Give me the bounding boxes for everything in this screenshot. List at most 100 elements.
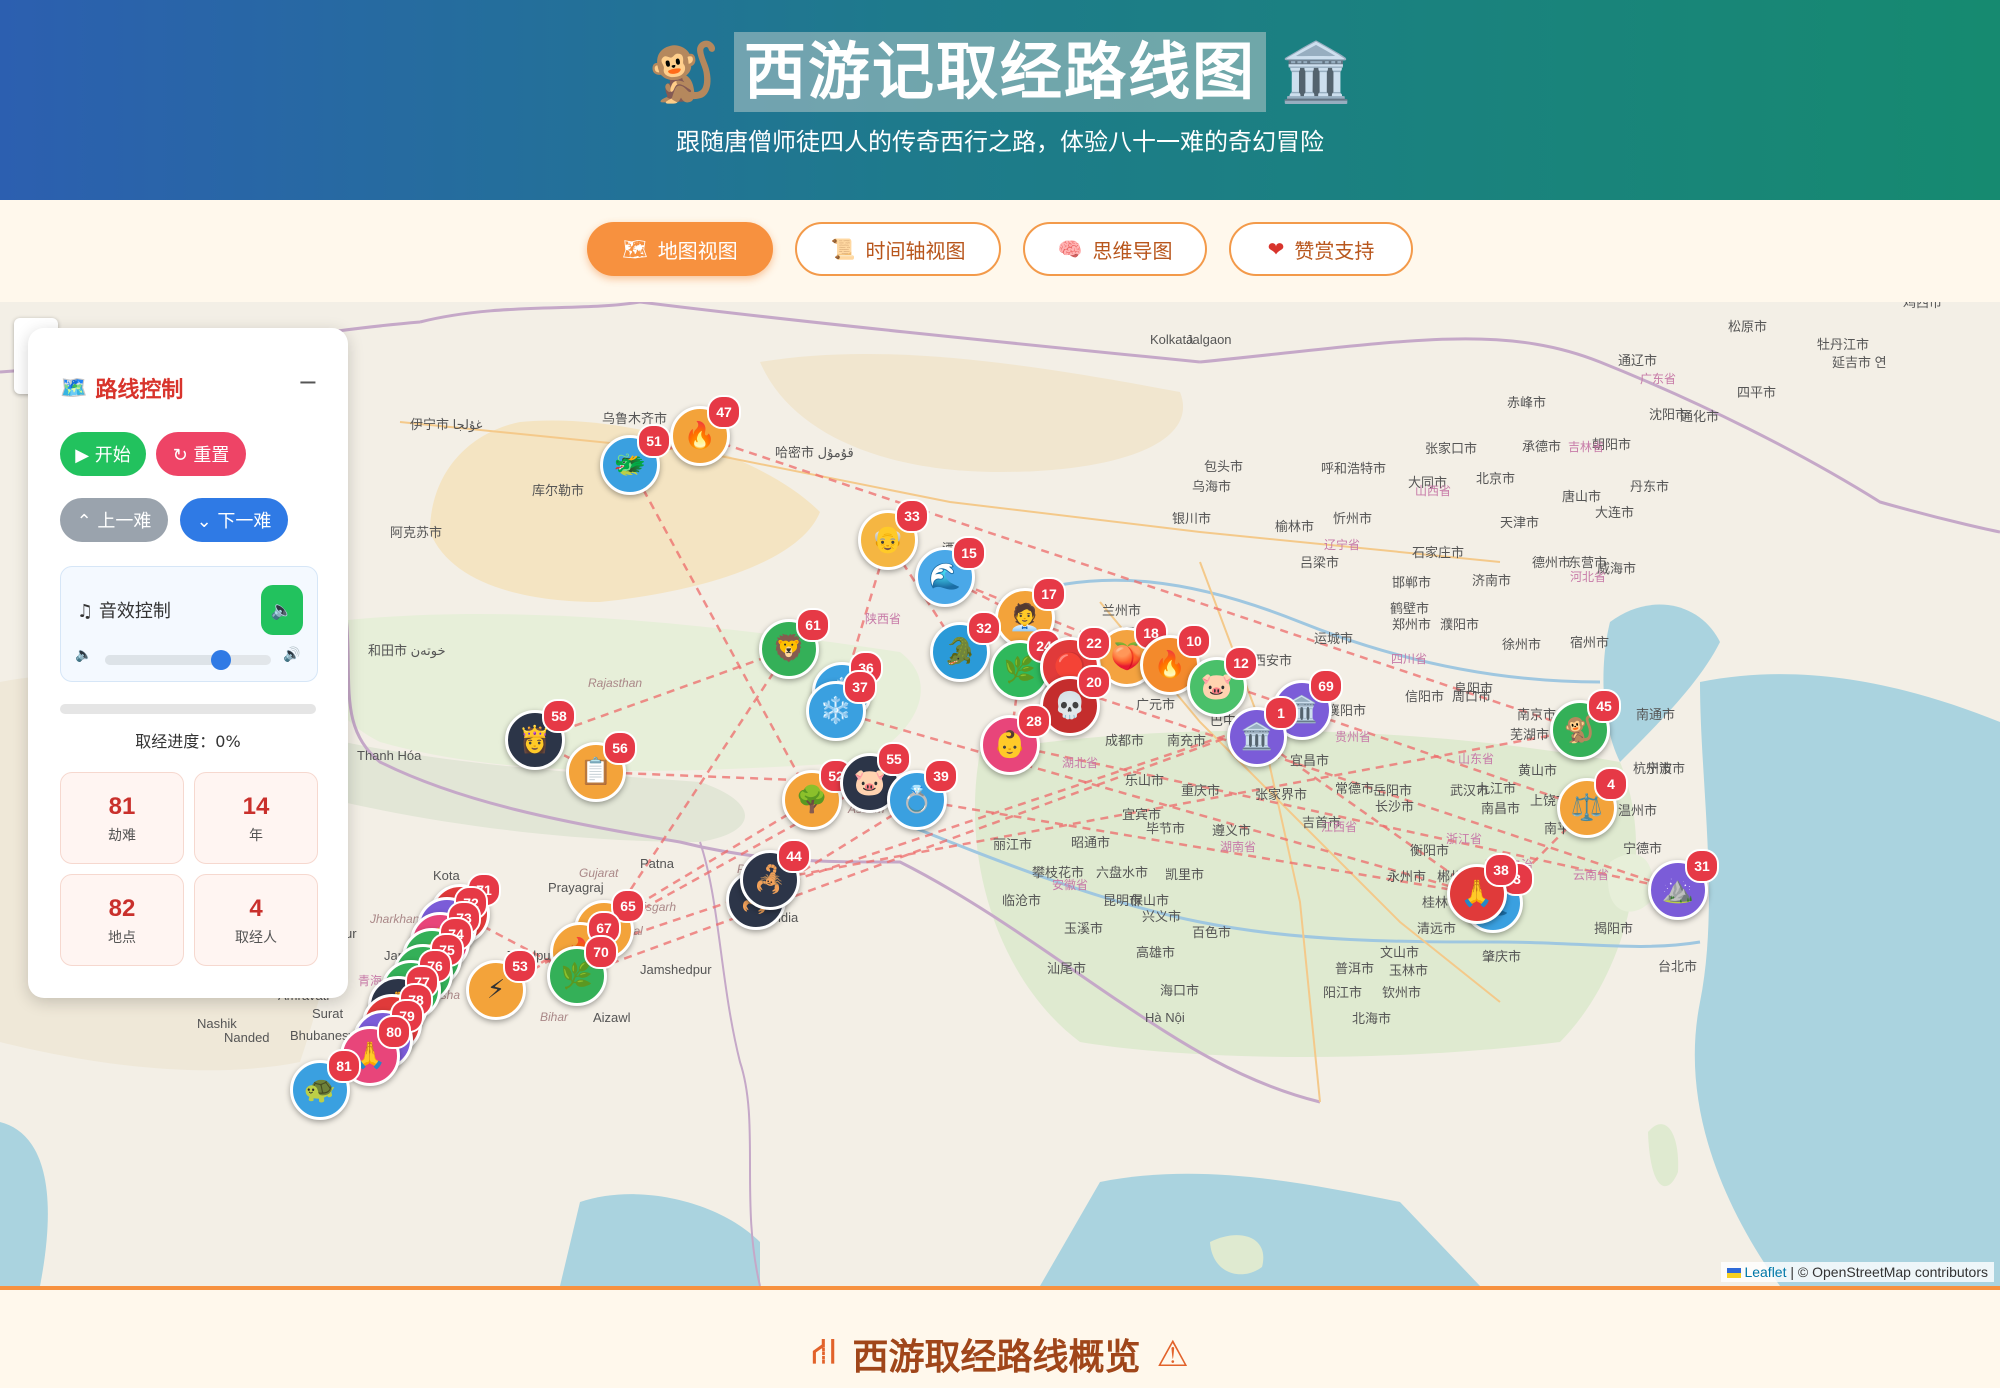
stat-label: 取经人 [235,930,277,946]
volume-slider-handle[interactable] [211,650,232,670]
city-label: 高雄市 [1136,945,1176,960]
city-label: Surat [312,1006,344,1021]
volume-slider[interactable] [105,650,271,670]
map-icon: 🗺 [622,237,648,261]
start-button[interactable]: ▶ 开始 [60,432,146,476]
sound-control: ♫ 音效控制 🔈 🔈 🔊 [60,566,318,682]
map-icon: 🗺️ [60,375,88,401]
city-label: Kota [433,868,460,883]
trial-number-badge: 51 [637,424,671,458]
trial-number-badge: 15 [952,536,986,570]
trial-number-badge: 12 [1224,646,1258,680]
city-label: 南京市 [1517,707,1557,722]
stat-label: 地点 [108,930,136,946]
tab-timeline-view[interactable]: 📜 时间轴视图 [795,222,1001,276]
sound-control-label: ♫ 音效控制 [77,601,171,622]
trial-number-badge: 22 [1077,626,1111,660]
page-header: 🐒 西游记取经路线图 🏛️ 跟随唐僧师徒四人的传奇西行之路，体验八十一难的奇幻冒… [0,0,2000,200]
tab-map-view[interactable]: 🗺 地图视图 [587,222,773,276]
city-label: 宿州市 [1570,635,1610,650]
trial-number-badge: 17 [1032,577,1066,611]
trial-number-badge: 45 [1587,689,1621,723]
tab-label: 时间轴视图 [865,238,966,263]
leaflet-link[interactable]: Leaflet [1744,1264,1786,1280]
city-label: 北京市 [1476,471,1516,486]
city-label: 忻州市 [1333,511,1373,526]
city-label: 鸡西市 [1903,302,1943,310]
city-label: 乌海市 [1192,479,1232,494]
city-label: 徐州市 [1502,637,1542,652]
city-label: 襄阳市 [1327,703,1367,718]
city-label: 遵义市 [1212,823,1252,838]
tab-mindmap-view[interactable]: 🧠 思维导图 [1023,222,1207,276]
trial-number-badge: 32 [967,611,1001,645]
trial-number-badge: 70 [584,935,618,969]
city-label: 汕尾市 [1047,961,1087,976]
stat-value: 14 [242,793,270,820]
city-label: 普洱市 [1335,961,1375,976]
southern-china-green [974,730,1637,1057]
panel-title-label: 路线控制 [95,378,184,403]
overview-title: 西游取经路线概览 [852,1337,1141,1378]
trial-number-badge: 44 [777,839,811,873]
city-label: 衡阳市 [1410,843,1450,858]
attribution-text: | © OpenStreetMap contributors [1786,1264,1988,1280]
trial-number-badge: 4 [1594,767,1628,801]
trial-number-badge: 47 [707,395,741,429]
city-label: 南昌市 [1481,801,1521,816]
city-label: 通辽市 [1618,353,1658,368]
stat-label: 劫难 [108,828,136,844]
volume-high-icon: 🔊 [283,647,301,663]
city-label: 松原市 [1728,319,1768,334]
city-label: 常德市 [1335,781,1375,796]
panel-title: 🗺️ 路线控制 [60,372,183,404]
trial-number-badge: 58 [542,699,576,733]
volume-slider-fill [105,655,222,665]
minimize-button[interactable]: − [298,368,318,396]
tab-donate[interactable]: ❤ 赞赏支持 [1229,222,1413,276]
province-label: 陕西省 [865,612,902,626]
city-label: 库尔勒市 [532,483,585,498]
city-label: Nashik [197,1016,237,1031]
city-label: 濮阳市 [1440,617,1480,632]
city-label: 运城市 [1314,631,1354,646]
city-label: 北海市 [1352,1011,1392,1026]
stat-value: 82 [108,895,136,922]
city-label: 阳江市 [1323,985,1363,1000]
city-label: 钦州市 [1382,985,1422,1000]
province-label: 云南省 [1573,868,1610,882]
region-label: Gujarat [579,866,619,880]
trial-number-badge: 1 [1264,696,1298,730]
city-label: 海口市 [1160,983,1200,998]
page-subtitle: 跟随唐僧师徒四人的传奇西行之路，体验八十一难的奇幻冒险 [676,128,1324,156]
sound-toggle-button[interactable]: 🔈 [261,585,303,635]
city-label: 玉溪市 [1064,921,1104,936]
ukraine-flag-icon [1726,1268,1741,1279]
city-label: 宜昌市 [1290,753,1330,768]
city-label: 昆明市 [1103,893,1143,908]
previous-trial-button[interactable]: ⌃ 上一难 [60,498,168,542]
city-label: Prayagraj [548,880,604,895]
tab-label: 思维导图 [1092,238,1173,263]
city-label: 白城市 [1665,302,1704,303]
stat-trials: 81 劫难 [60,772,184,864]
city-label: 张家口市 [1425,441,1478,456]
city-label: 台北市 [1658,959,1698,974]
monkey-icon: 🐒 [647,38,720,106]
city-label: Jalgaon [1186,332,1232,347]
city-label: 长沙市 [1375,799,1415,814]
journey-progress-text: 取经进度：0% [135,732,241,751]
next-trial-button[interactable]: ⌄ 下一难 [180,498,288,542]
city-label: 包头市 [1204,459,1244,474]
province-label: 贵州省 [1335,730,1372,744]
city-label: 银川市 [1172,511,1212,526]
trial-number-badge: 69 [1309,669,1343,703]
city-label: 六盘水市 [1096,865,1149,880]
arabian-sea [0,1122,48,1286]
reset-button[interactable]: ↻ 重置 [156,432,246,476]
city-label: Hà Nội [1145,1010,1185,1025]
province-label: 安徽省 [1052,878,1089,892]
city-label: 永州市 [1387,869,1427,884]
trial-number-badge: 80 [377,1015,411,1049]
city-label: 信阳市 [1405,689,1445,704]
